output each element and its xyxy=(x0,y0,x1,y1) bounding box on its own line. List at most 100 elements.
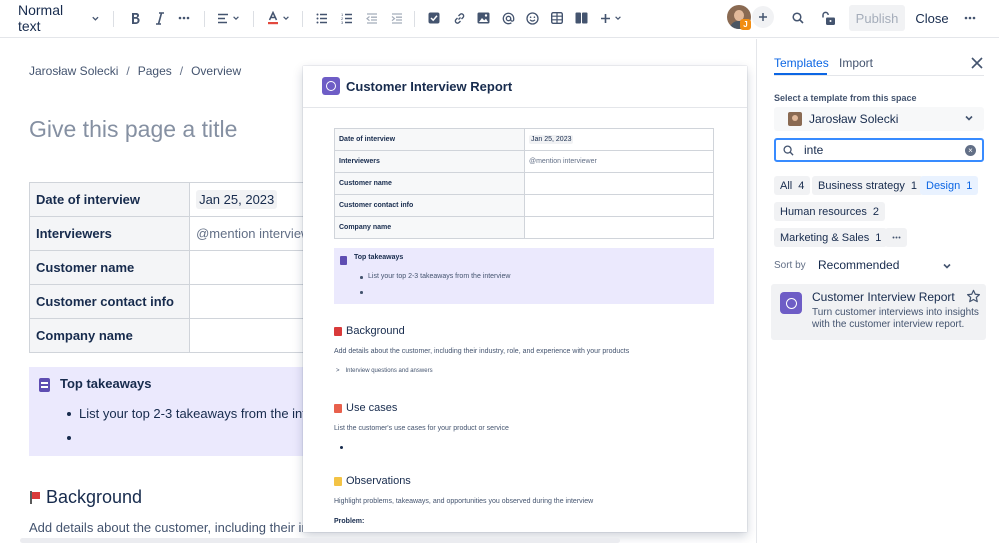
table-row: Date of interview Jan 25, 2023 xyxy=(28,182,329,217)
chevron-down-icon xyxy=(232,16,239,21)
breadcrumb-overview[interactable]: Overview xyxy=(191,64,241,78)
space-select[interactable]: Jarosław Solecki xyxy=(774,107,984,131)
preview-takeaways-panel: Top takeaways List your top 2-3 takeaway… xyxy=(334,248,714,304)
tab-import[interactable]: Import xyxy=(839,56,873,70)
list-item-empty xyxy=(360,288,368,295)
table-header-cell[interactable]: Customer contact info xyxy=(28,284,191,319)
chip-label: Design xyxy=(926,179,961,192)
breadcrumb-pages[interactable]: Pages xyxy=(138,64,172,78)
bookmark-flag-icon xyxy=(29,491,40,504)
table-header-cell[interactable]: Customer name xyxy=(28,250,191,285)
preview-background-heading: Background xyxy=(334,325,405,337)
more-dots-icon xyxy=(178,16,190,20)
link-icon xyxy=(454,12,464,24)
preview-observations-desc: Highlight problems, takeaways, and oppor… xyxy=(334,498,594,505)
indent-button[interactable] xyxy=(388,8,406,28)
close-editor-button[interactable]: Close xyxy=(910,5,954,31)
tab-templates[interactable]: Templates xyxy=(774,56,829,70)
chip-label: Marketing & Sales xyxy=(780,231,870,244)
list-item-empty[interactable] xyxy=(67,430,79,445)
preview-problem-label: Problem: xyxy=(334,518,365,525)
panel-title: Top takeaways xyxy=(60,376,152,391)
outdent-icon xyxy=(366,12,377,24)
background-heading: Background xyxy=(29,487,142,508)
plus-icon xyxy=(759,13,767,21)
template-search[interactable]: × xyxy=(774,138,984,162)
bold-button[interactable] xyxy=(126,8,144,28)
restrictions-button[interactable] xyxy=(818,8,838,28)
heading-text: Background xyxy=(346,325,405,337)
preview-header: Customer Interview Report xyxy=(303,66,747,108)
table-header-cell: Interviewers xyxy=(334,150,525,173)
table-header-cell: Customer name xyxy=(334,172,525,195)
chip-count: 2 xyxy=(872,205,879,218)
filter-chip-design[interactable]: Design 1 xyxy=(920,176,979,195)
more-actions-button[interactable] xyxy=(961,8,979,28)
template-result-item[interactable]: Customer Interview Report Turn customer … xyxy=(771,284,986,340)
link-button[interactable] xyxy=(450,8,468,28)
panel-title: Top takeaways xyxy=(354,254,404,261)
table-icon xyxy=(551,12,563,24)
outdent-button[interactable] xyxy=(363,8,381,28)
emoji-icon xyxy=(525,11,539,25)
insert-more-dropdown[interactable] xyxy=(598,8,624,28)
layouts-button[interactable] xyxy=(572,8,590,28)
filter-chip-business-strategy[interactable]: Business strategy 1 xyxy=(812,176,923,195)
text-color-icon xyxy=(267,11,278,25)
editor-takeaways-panel[interactable]: Top takeaways List your top 2-3 takeaway… xyxy=(29,367,343,456)
table-header-cell[interactable]: Date of interview xyxy=(28,182,191,217)
text-style-dropdown[interactable]: Normal text xyxy=(18,2,100,34)
filter-chip-human-resources[interactable]: Human resources 2 xyxy=(774,202,885,221)
find-replace-button[interactable] xyxy=(789,8,807,28)
horizontal-scrollbar[interactable] xyxy=(20,538,620,543)
clear-search-icon[interactable]: × xyxy=(965,145,976,156)
more-filters-button[interactable] xyxy=(885,228,907,247)
italic-icon xyxy=(156,11,164,25)
preview-interview-table: Date of interview Jan 25, 2023 Interviewe… xyxy=(334,128,714,239)
breadcrumb-separator: / xyxy=(179,64,184,78)
table-button[interactable] xyxy=(548,8,566,28)
bullet-list-button[interactable] xyxy=(313,8,331,28)
background-description: Add details about the customer, includin… xyxy=(29,520,329,535)
numbered-list-button[interactable]: 123 xyxy=(338,8,356,28)
svg-text:3: 3 xyxy=(341,20,344,24)
bullet-list-icon xyxy=(316,13,327,23)
template-search-input[interactable] xyxy=(804,143,954,157)
list-item-text: List your top 2-3 takeaways from the int… xyxy=(368,273,511,280)
table-cell xyxy=(524,216,714,239)
text-color-dropdown[interactable] xyxy=(264,8,292,28)
close-sidebar-button[interactable] xyxy=(970,56,984,70)
preview-background-desc: Add details about the customer, includin… xyxy=(334,348,630,355)
table-header-cell[interactable]: Interviewers xyxy=(28,216,191,251)
table-header-cell[interactable]: Company name xyxy=(28,318,191,353)
bold-icon xyxy=(131,12,140,24)
star-icon[interactable] xyxy=(966,289,981,304)
filter-chip-all[interactable]: All 4 xyxy=(774,176,811,195)
numbered-list-icon: 123 xyxy=(341,12,352,24)
more-formatting-button[interactable] xyxy=(175,8,193,28)
table-cell: Jan 25, 2023 xyxy=(524,128,714,151)
table-row: Customer name xyxy=(28,250,329,285)
publish-button[interactable]: Publish xyxy=(849,5,905,31)
chevron-down-icon[interactable] xyxy=(942,261,952,271)
italic-button[interactable] xyxy=(151,8,169,28)
image-icon xyxy=(477,12,489,24)
preview-observations-heading: Observations xyxy=(334,475,411,487)
alignment-dropdown[interactable] xyxy=(214,8,242,28)
sort-select[interactable]: Recommended xyxy=(818,258,899,272)
action-item-button[interactable] xyxy=(425,8,443,28)
unlock-icon xyxy=(821,11,835,25)
breadcrumb-space[interactable]: Jarosław Solecki xyxy=(29,64,118,78)
template-icon xyxy=(322,77,340,95)
columns-layout-icon xyxy=(575,12,587,24)
date-chip[interactable]: Jan 25, 2023 xyxy=(196,190,278,209)
table-row: Company name xyxy=(28,318,329,353)
page-title-input[interactable]: Give this page a title xyxy=(29,116,237,143)
image-button[interactable] xyxy=(474,8,492,28)
emoji-button[interactable] xyxy=(523,8,541,28)
preview-expand: > Interview questions and answers xyxy=(336,368,433,374)
filter-chip-marketing-sales[interactable]: Marketing & Sales 1 xyxy=(774,228,888,247)
invite-button[interactable] xyxy=(752,6,774,28)
mention-button[interactable] xyxy=(499,8,517,28)
list-item[interactable]: List your top 2-3 takeaways from the int… xyxy=(67,406,343,421)
